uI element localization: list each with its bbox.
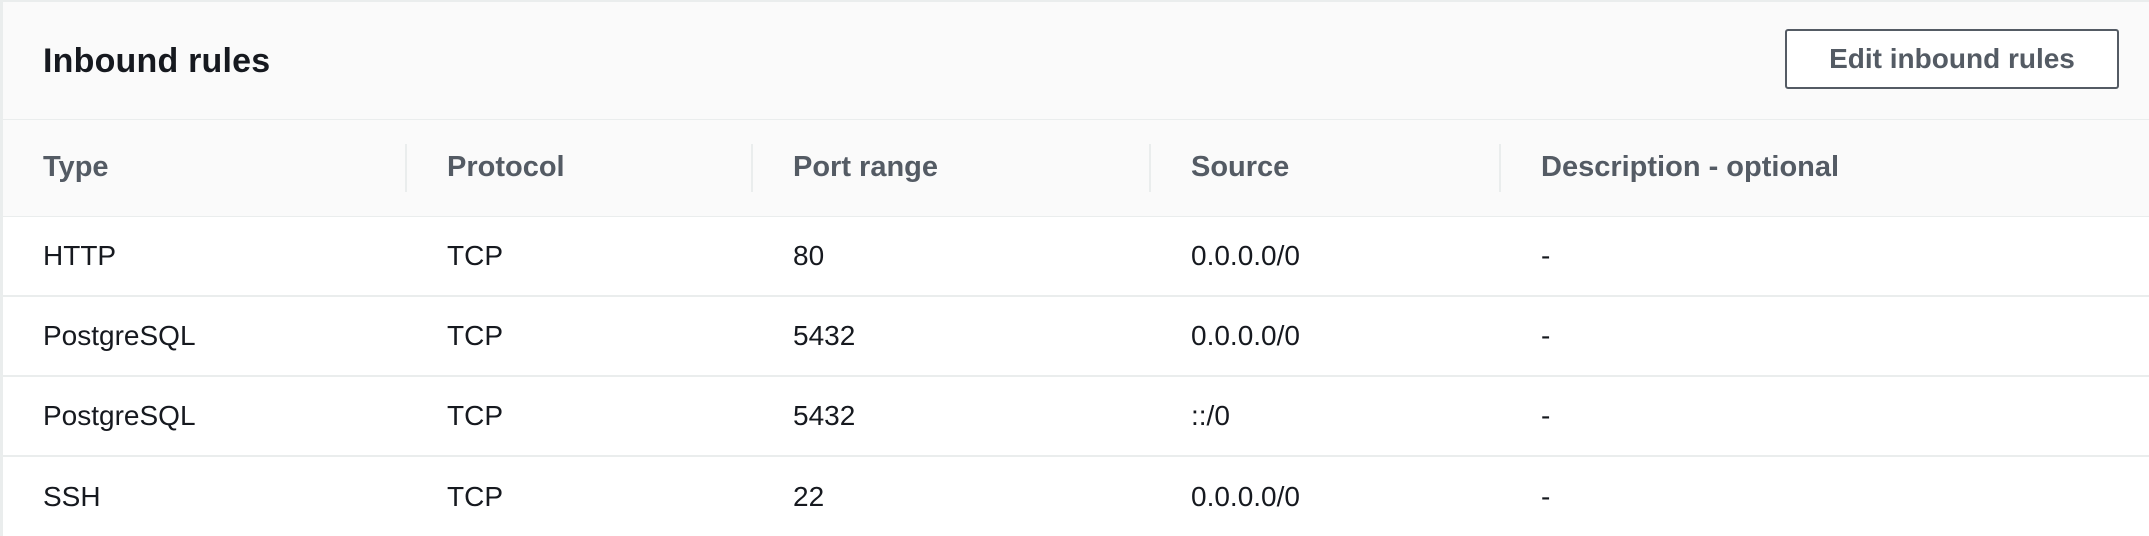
cell-description: -	[1501, 216, 2149, 297]
cell-type: HTTP	[3, 216, 407, 297]
edit-inbound-rules-button[interactable]: Edit inbound rules	[1785, 29, 2119, 89]
panel-title: Inbound rules	[43, 42, 271, 80]
table-row: PostgreSQL TCP 5432 ::/0 -	[3, 376, 2149, 457]
cell-source: 0.0.0.0/0	[1151, 216, 1501, 297]
column-header-description[interactable]: Description - optional	[1501, 120, 2149, 217]
cell-protocol: TCP	[447, 480, 503, 512]
panel-header: Inbound rules Edit inbound rules	[3, 2, 2149, 120]
cell-type: PostgreSQL	[3, 296, 407, 377]
column-header-type[interactable]: Type	[3, 120, 407, 217]
column-header-label: Source	[1191, 151, 1290, 184]
inbound-rules-panel: Inbound rules Edit inbound rules Type Pr…	[0, 0, 2149, 536]
table-row: SSH TCP 22 0.0.0.0/0 -	[3, 456, 2149, 536]
cell-protocol: TCP	[407, 376, 753, 457]
column-header-label: Port range	[793, 151, 939, 184]
cell-source: 0.0.0.0/0	[1151, 296, 1501, 377]
inbound-rules-table: Type Protocol Port range Source Descript…	[3, 120, 2149, 536]
table-row: HTTP TCP 80 0.0.0.0/0 -	[3, 216, 2149, 297]
cell-protocol: TCP	[407, 296, 753, 377]
column-header-port-range[interactable]: Port range	[753, 120, 1151, 217]
column-header-label: Type	[43, 151, 109, 184]
column-header-protocol[interactable]: Protocol	[407, 120, 753, 217]
cell-port-range: 22	[793, 480, 825, 512]
cell-port-range: 5432	[753, 376, 1151, 457]
cell-port-range: 5432	[753, 296, 1151, 377]
cell-source: 0.0.0.0/0	[1191, 480, 1300, 512]
table-header-row: Type Protocol Port range Source Descript…	[3, 120, 2149, 217]
cell-description: -	[1501, 296, 2149, 377]
column-header-label: Protocol	[447, 151, 565, 184]
table-row: PostgreSQL TCP 5432 0.0.0.0/0 -	[3, 296, 2149, 377]
column-header-label: Description - optional	[1541, 151, 1840, 184]
cell-port-range: 80	[753, 216, 1151, 297]
column-header-source[interactable]: Source	[1151, 120, 1501, 217]
cell-type: PostgreSQL	[3, 376, 407, 457]
cell-type: SSH	[43, 480, 101, 512]
cell-protocol: TCP	[407, 216, 753, 297]
cell-source: ::/0	[1151, 376, 1501, 457]
cell-description: -	[1541, 480, 1551, 512]
cell-description: -	[1501, 376, 2149, 457]
